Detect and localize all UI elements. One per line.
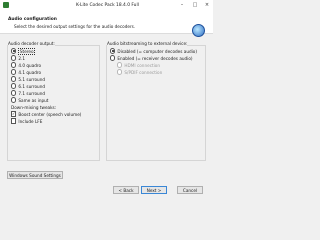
maximize-icon[interactable]: □ xyxy=(192,2,198,8)
decoder-output-label: Audio decoder output: xyxy=(8,41,55,46)
output-option-5-1[interactable]: 5.1 surround xyxy=(11,76,45,82)
close-icon[interactable]: × xyxy=(204,2,210,8)
radio-icon xyxy=(110,48,116,54)
checkbox-icon xyxy=(11,111,17,117)
radio-icon xyxy=(117,62,123,68)
spdif-connection-option[interactable]: S/PDIF connection xyxy=(117,69,162,75)
radio-icon xyxy=(11,97,17,103)
output-option-7-1[interactable]: 7.1 surround xyxy=(11,90,45,96)
bitstreaming-label: Audio bitstreaming to external device: xyxy=(107,41,188,46)
output-option-stereo[interactable]: Stereo xyxy=(11,47,36,55)
next-button[interactable]: Next > xyxy=(141,186,167,194)
installer-window: K-Lite Codec Pack 18.4.0 Full – □ × Audi… xyxy=(0,0,213,200)
hdmi-connection-option[interactable]: HDMI connection xyxy=(117,62,160,68)
radio-icon xyxy=(117,69,123,75)
codec-logo-icon xyxy=(192,24,205,37)
radio-icon xyxy=(11,48,17,54)
downmixing-label: Down-mixing tweaks: xyxy=(11,104,57,110)
page-title: Audio configuration xyxy=(8,17,57,22)
radio-icon xyxy=(11,62,17,68)
include-lfe-checkbox[interactable]: Include LFE xyxy=(11,118,42,124)
output-option-4-1[interactable]: 4.1 quadro xyxy=(11,69,41,75)
title-bar: K-Lite Codec Pack 18.4.0 Full – □ × xyxy=(0,0,213,11)
boost-center-checkbox[interactable]: Boost center (speech volume) xyxy=(11,111,81,117)
page-header: Audio configuration Select the desired o… xyxy=(0,11,213,37)
windows-sound-settings-button[interactable]: Windows Sound Settings xyxy=(7,171,63,179)
footer: Windows Sound Settings < Back Next > Can… xyxy=(0,171,213,200)
back-button[interactable]: < Back xyxy=(113,186,139,194)
radio-icon xyxy=(11,83,17,89)
page-subtitle: Select the desired output settings for t… xyxy=(14,24,136,29)
output-option-2-1[interactable]: 2.1 xyxy=(11,55,25,61)
bitstream-enabled-option[interactable]: Enabled (= receiver decodes audio) xyxy=(110,55,193,61)
cancel-button[interactable]: Cancel xyxy=(177,186,203,194)
radio-icon xyxy=(11,55,17,61)
window-title: K-Lite Codec Pack 18.4.0 Full xyxy=(76,3,139,8)
output-option-6-1[interactable]: 6.1 surround xyxy=(11,83,45,89)
radio-icon xyxy=(11,69,17,75)
output-option-4-0[interactable]: 4.0 quadro xyxy=(11,62,41,68)
checkbox-icon xyxy=(11,118,17,124)
minimize-icon[interactable]: – xyxy=(179,2,185,8)
app-icon xyxy=(3,2,9,8)
radio-icon xyxy=(110,55,116,61)
bitstream-disabled-option[interactable]: Disabled (= computer decodes audio) xyxy=(110,48,197,54)
radio-icon xyxy=(11,76,17,82)
output-option-same-as-input[interactable]: Same as input xyxy=(11,97,48,103)
radio-icon xyxy=(11,90,17,96)
